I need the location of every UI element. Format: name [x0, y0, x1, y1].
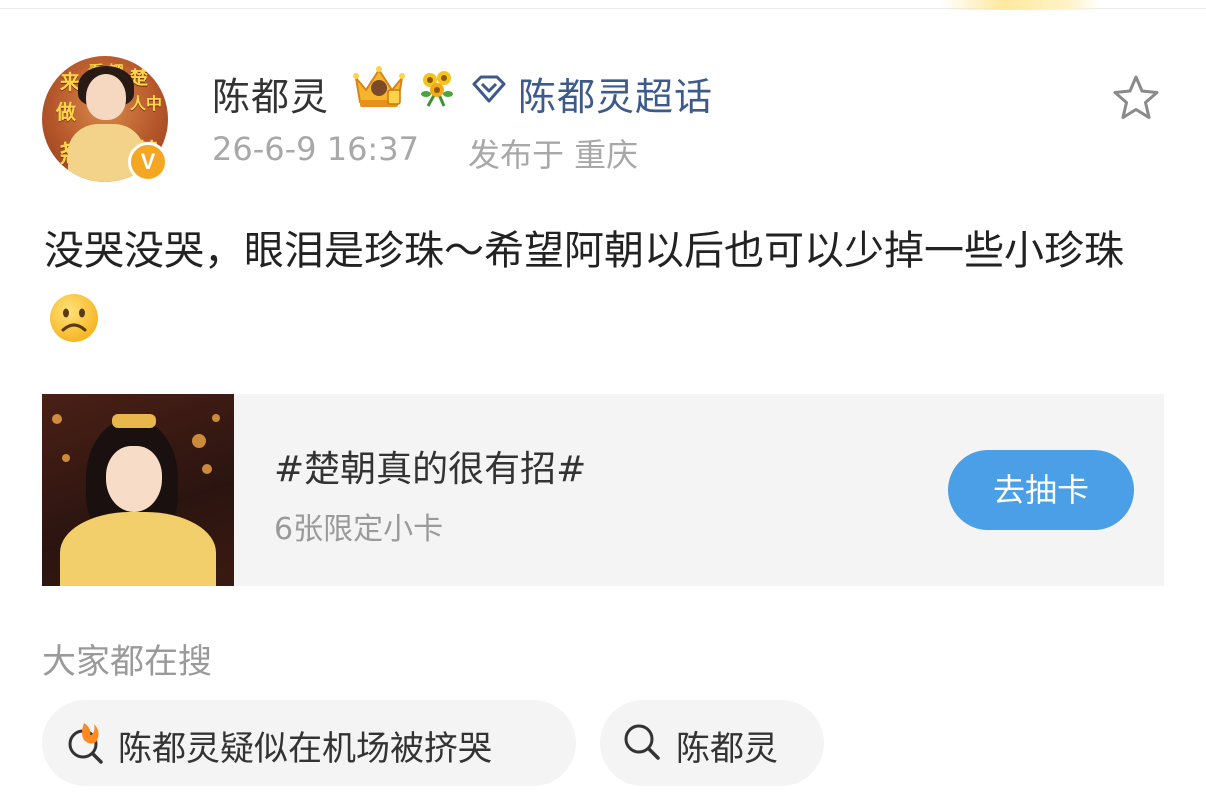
- verified-badge: V: [128, 142, 168, 182]
- thumbnail-figure-face: [106, 446, 162, 512]
- draw-card-button[interactable]: 去抽卡: [948, 450, 1134, 530]
- avatar-figure-face: [86, 74, 126, 120]
- avatar-sign-char: 来: [60, 70, 80, 94]
- frowning-face-icon: [50, 294, 98, 342]
- flower-bouquet-icon: [421, 71, 453, 107]
- topic-card[interactable]: #楚朝真的很有招# 6张限定小卡 去抽卡: [42, 394, 1164, 586]
- supertopic-link[interactable]: 陈都灵超话: [518, 66, 713, 121]
- thumbnail-figure-robe: [60, 512, 216, 586]
- avatar-sign-char: 中: [146, 94, 163, 113]
- star-icon[interactable]: [1110, 72, 1162, 124]
- bokeh-light: [52, 414, 62, 424]
- bokeh-light: [192, 434, 206, 448]
- crown-icon[interactable]: [350, 64, 408, 110]
- search-chip-text: 陈都灵: [676, 729, 778, 769]
- search-icon: [624, 724, 660, 760]
- avatar-sign-char: 做: [56, 100, 76, 124]
- diamond-icon: [472, 75, 506, 103]
- bokeh-light: [62, 454, 70, 462]
- search-chip[interactable]: 陈都灵: [600, 700, 824, 786]
- post-text: 没哭没哭，眼泪是珍珠～希望阿朝以后也可以少掉一些小珍珠: [44, 228, 1124, 274]
- trending-section-title: 大家都在搜: [42, 642, 212, 682]
- hot-search-icon: [68, 723, 103, 764]
- card-subtitle: 6张限定小卡: [274, 512, 444, 547]
- bokeh-light: [212, 414, 220, 422]
- bokeh-light: [202, 464, 212, 474]
- card-thumbnail[interactable]: [42, 394, 234, 586]
- card-title[interactable]: #楚朝真的很有招#: [274, 440, 586, 492]
- post-timestamp: 26-6-9 16:37: [212, 130, 419, 168]
- top-glow-decoration: [940, 0, 1100, 10]
- thumbnail-figure-headpiece: [112, 414, 156, 428]
- search-chip-hot[interactable]: 陈都灵疑似在机场被挤哭: [42, 700, 576, 786]
- search-chip-text: 陈都灵疑似在机场被挤哭: [118, 729, 492, 769]
- post-text-block: 没哭没哭，眼泪是珍珠～希望阿朝以后也可以少掉一些小珍珠: [44, 216, 1164, 356]
- post-location: 发布于 重庆: [468, 136, 639, 174]
- author-name[interactable]: 陈都灵: [212, 66, 329, 121]
